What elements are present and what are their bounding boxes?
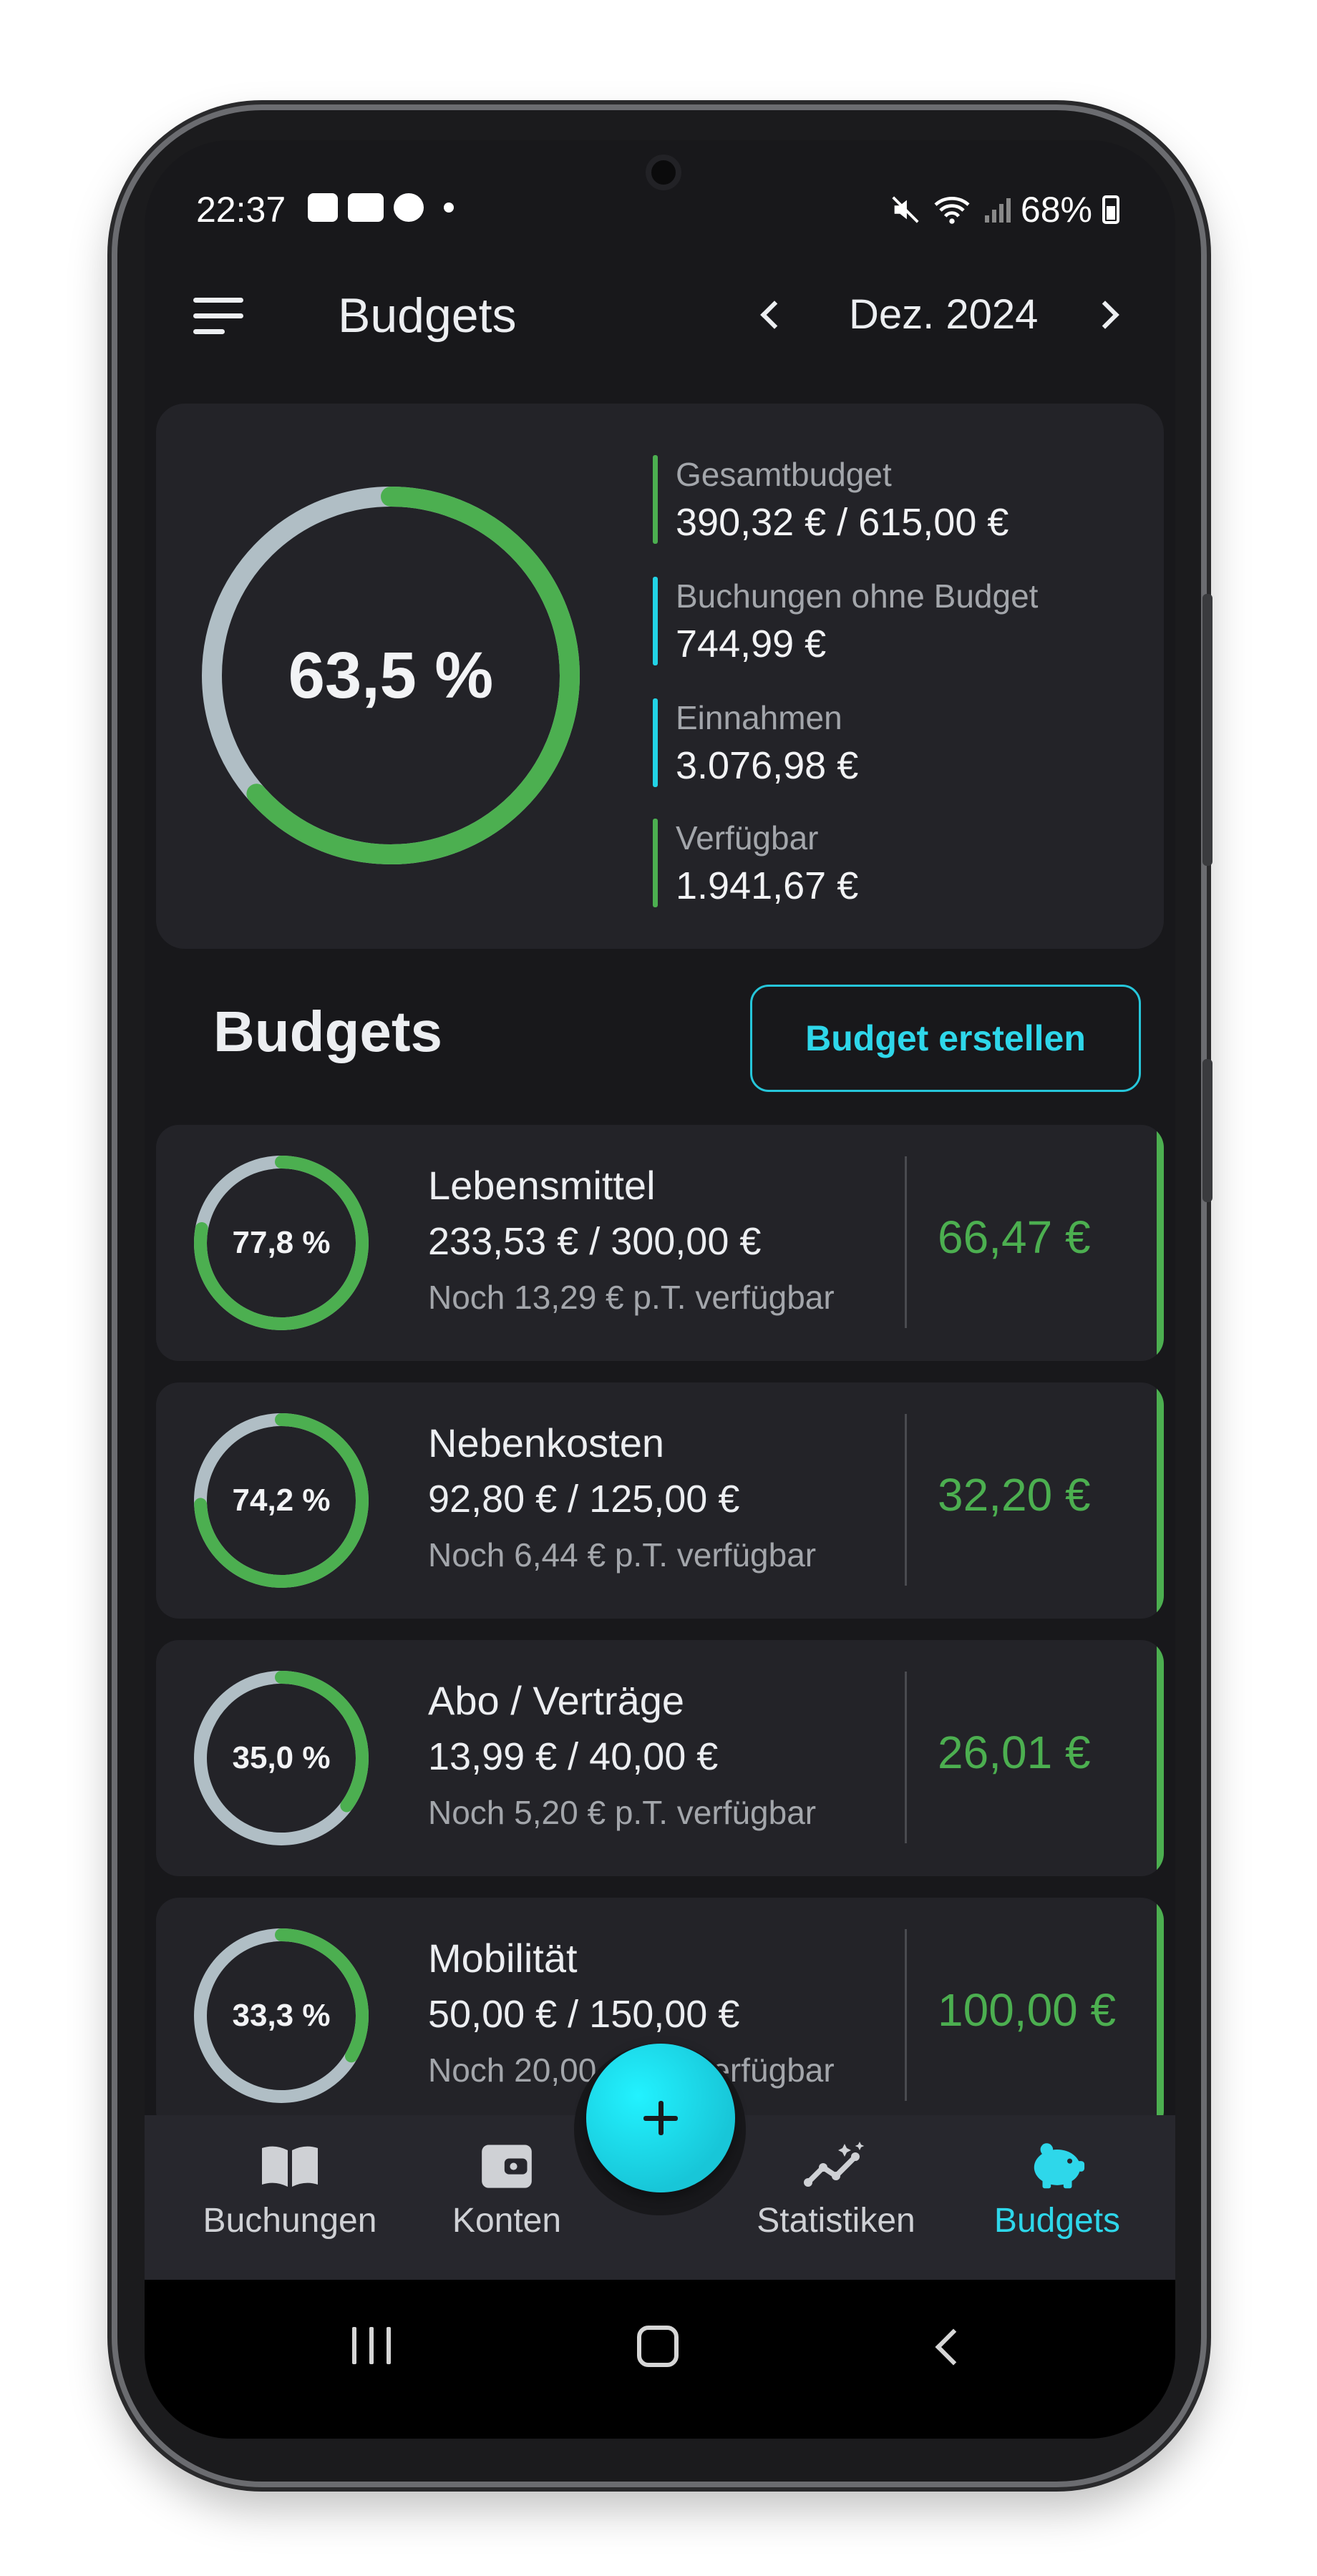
book-icon <box>262 2146 318 2187</box>
budget-amount: 50,00 € / 150,00 € <box>428 1993 740 2036</box>
stat-value: 744,99 € <box>676 623 827 665</box>
battery-icon <box>1102 195 1119 224</box>
budget-name: Mobilität <box>428 1936 578 1981</box>
divider <box>905 1156 907 1328</box>
app-screen: 22:37 68% Budgets Dez. 2024 63,5 % Gesam… <box>145 140 1175 2439</box>
nav-item-statistiken[interactable]: Statistiken <box>743 2140 929 2240</box>
gallery-notification-icon <box>308 193 338 222</box>
budget-name: Nebenkosten <box>428 1420 665 1465</box>
divider <box>905 1414 907 1586</box>
month-label[interactable]: Dez. 2024 <box>849 291 1038 338</box>
create-budget-button[interactable]: Budget erstellen <box>750 985 1141 1092</box>
nav-label: Statistiken <box>757 2202 915 2240</box>
more-notifications-dot <box>444 203 454 213</box>
budget-left-amount: 26,01 € <box>938 1727 1091 1778</box>
section-title: Budgets <box>213 1000 442 1063</box>
back-button[interactable] <box>926 2327 966 2367</box>
add-booking-button[interactable] <box>586 2044 735 2192</box>
piggy-bank-icon <box>1034 2143 1085 2189</box>
mute-icon <box>892 196 919 223</box>
budget-item[interactable]: 35,0 % Abo / Verträge 13,99 € / 40,00 € … <box>156 1640 1164 1876</box>
nav-label: Budgets <box>993 2202 1121 2240</box>
stat-label: Buchungen ohne Budget <box>676 577 1039 615</box>
budget-left-amount: 32,20 € <box>938 1469 1091 1521</box>
budget-accent-bar <box>1157 1125 1164 1361</box>
budget-percent: 77,8 % <box>232 1225 331 1260</box>
status-right: 68% <box>889 189 1119 230</box>
wifi-icon <box>934 197 970 224</box>
budget-accent-bar <box>1157 1898 1164 2134</box>
system-navigation-bar <box>145 2280 1175 2439</box>
budget-percent: 74,2 % <box>232 1483 331 1518</box>
nav-item-buchungen[interactable]: Buchungen <box>200 2140 379 2240</box>
stat-label: Gesamtbudget <box>676 456 892 493</box>
menu-icon[interactable] <box>193 298 243 335</box>
budget-remaining-per-day: Noch 5,20 € p.T. verfügbar <box>428 1794 817 1831</box>
stat-label: Einnahmen <box>676 699 842 736</box>
status-bar: 22:37 68% <box>145 183 1175 233</box>
next-month-button[interactable] <box>1087 292 1129 335</box>
budget-name: Lebensmittel <box>428 1163 656 1208</box>
stat-income: Einnahmen 3.076,98 € <box>653 696 858 791</box>
page-title: Budgets <box>338 288 517 343</box>
budget-summary-card: 63,5 % Gesamtbudget 390,32 € / 615,00 € … <box>156 404 1164 949</box>
budget-amount: 92,80 € / 125,00 € <box>428 1478 740 1521</box>
home-button[interactable] <box>637 2326 679 2367</box>
budget-left-amount: 100,00 € <box>938 1984 1117 2036</box>
nav-label: Buchungen <box>203 2202 377 2240</box>
budget-amount: 233,53 € / 300,00 € <box>428 1220 762 1263</box>
battery-percent: 68% <box>1020 190 1092 230</box>
divider <box>905 1672 907 1843</box>
total-percent: 63,5 % <box>288 638 494 712</box>
previous-month-button[interactable] <box>749 292 792 335</box>
budget-accent-bar <box>1157 1382 1164 1619</box>
stat-label: Verfügbar <box>676 819 819 857</box>
budget-accent-bar <box>1157 1640 1164 1876</box>
nav-label: Konten <box>452 2202 562 2240</box>
budget-remaining-per-day: Noch 6,44 € p.T. verfügbar <box>428 1536 817 1574</box>
budget-name: Abo / Verträge <box>428 1678 685 1723</box>
recent-apps-button[interactable] <box>352 2327 392 2364</box>
volume-button <box>1202 594 1212 866</box>
budget-percent: 35,0 % <box>232 1740 331 1775</box>
stat-value: 390,32 € / 615,00 € <box>676 501 1009 544</box>
budget-amount: 13,99 € / 40,00 € <box>428 1735 719 1778</box>
power-button <box>1202 1059 1212 1202</box>
stat-value: 1.941,67 € <box>676 864 859 907</box>
divider <box>905 1929 907 2101</box>
budget-percent: 33,3 % <box>232 1998 331 2033</box>
stat-available: Verfügbar 1.941,67 € <box>653 816 858 912</box>
budget-item[interactable]: 77,8 % Lebensmittel 233,53 € / 300,00 € … <box>156 1125 1164 1361</box>
wallet-icon <box>482 2145 532 2188</box>
stat-value: 3.076,98 € <box>676 744 859 787</box>
budget-item[interactable]: 74,2 % Nebenkosten 92,80 € / 125,00 € No… <box>156 1382 1164 1619</box>
stat-total-budget: Gesamtbudget 390,32 € / 615,00 € <box>653 452 1009 548</box>
budget-remaining-per-day: Noch 13,29 € p.T. verfügbar <box>428 1279 835 1316</box>
whatsapp-notification-icon <box>394 193 424 222</box>
stat-unbudgeted-bookings: Buchungen ohne Budget 744,99 € <box>653 574 1038 670</box>
sparkline-icon <box>804 2142 865 2187</box>
status-time: 22:37 <box>196 190 286 230</box>
nav-item-budgets[interactable]: Budgets <box>975 2140 1139 2240</box>
budget-left-amount: 66,47 € <box>938 1211 1091 1263</box>
nav-item-konten[interactable]: Konten <box>442 2140 571 2240</box>
signal-icon <box>984 198 1011 223</box>
notification-icons <box>308 193 454 222</box>
youtube-notification-icon <box>348 193 384 222</box>
